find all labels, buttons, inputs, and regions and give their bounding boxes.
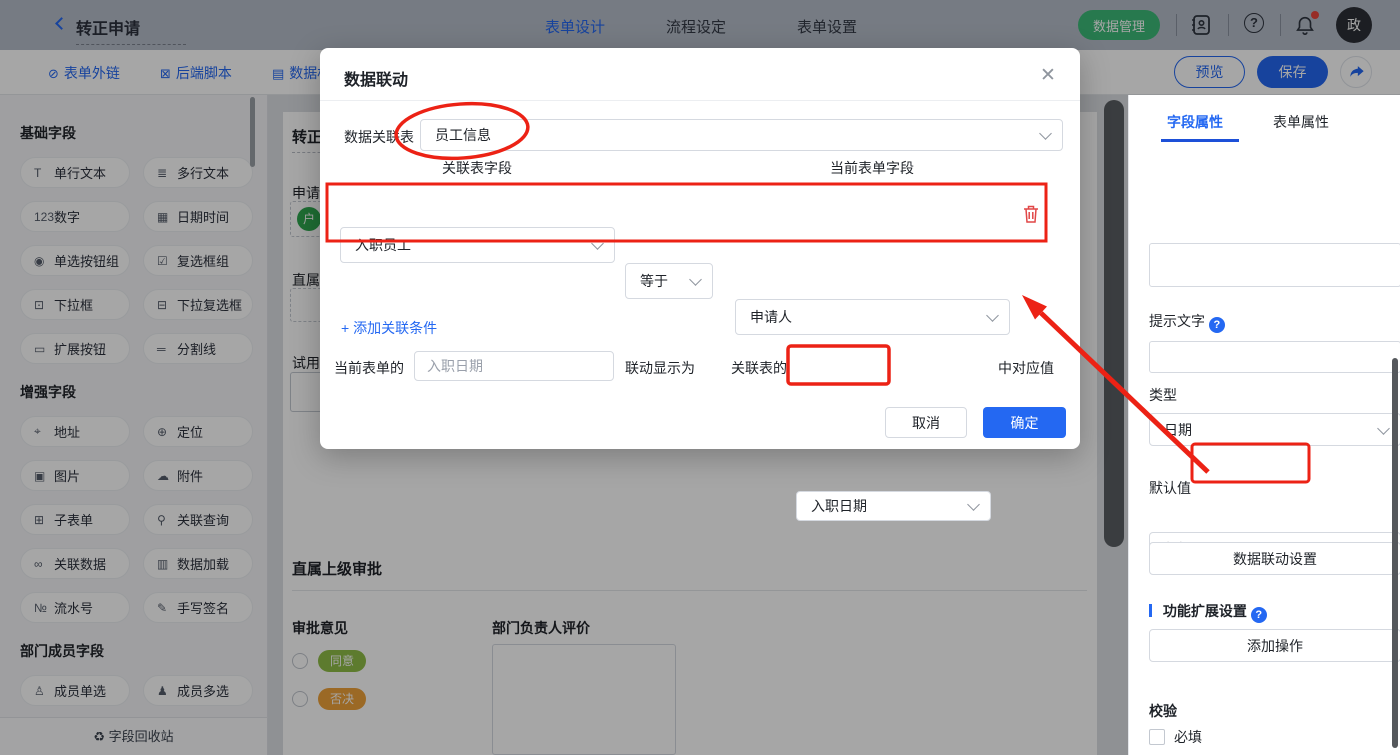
rel-display-field-value: 入职日期 bbox=[811, 498, 867, 514]
rel-field-select[interactable]: 入职员工 bbox=[340, 227, 615, 263]
column-header-rel-field: 关联表字段 bbox=[442, 160, 512, 176]
type-value: 日期 bbox=[1164, 421, 1192, 438]
tab-field-properties[interactable]: 字段属性 bbox=[1167, 112, 1223, 132]
data-linkage-modal: 数据联动 ✕ 数据关联表 员工信息 关联表字段 当前表单字段 入职员工 等于 申… bbox=[320, 48, 1080, 521]
ext-help-icon[interactable]: ? bbox=[1250, 607, 1267, 623]
operator-value: 等于 bbox=[640, 273, 668, 289]
cur-field-select[interactable]: 申请人 bbox=[735, 299, 1010, 335]
type-label: 类型 bbox=[1149, 387, 1177, 403]
operator-select[interactable]: 等于 bbox=[625, 263, 713, 299]
required-checkbox[interactable] bbox=[1149, 729, 1165, 745]
confirm-button[interactable]: 确定 bbox=[983, 407, 1066, 438]
default-value-label: 默认值 bbox=[1149, 480, 1191, 496]
ext-settings-section: 功能扩展设置 ? bbox=[1149, 601, 1267, 623]
tab-form-properties[interactable]: 表单属性 bbox=[1273, 112, 1329, 132]
hint-help-icon[interactable]: ? bbox=[1208, 317, 1225, 333]
current-field-input[interactable]: 入职日期 bbox=[414, 351, 614, 381]
delete-condition-icon[interactable] bbox=[1022, 204, 1040, 224]
current-field-value: 入职日期 bbox=[427, 358, 483, 374]
properties-panel: 字段属性 表单属性 提示文字 ? 类型 日期 默认值 数据联动 数据联动设置 功… bbox=[1128, 95, 1400, 755]
rel-field-value: 入职员工 bbox=[355, 237, 411, 253]
modal-title: 数据联动 bbox=[344, 72, 409, 89]
required-checkbox-row: 必填 bbox=[1149, 727, 1202, 747]
link-table-label: 数据关联表 bbox=[344, 129, 414, 145]
section-accent-bar bbox=[1149, 604, 1152, 617]
type-select[interactable]: 日期 bbox=[1149, 413, 1400, 446]
modal-header-divider bbox=[320, 100, 1080, 101]
rel-table-label: 关联表的 bbox=[731, 360, 787, 376]
active-tab-underline bbox=[1161, 139, 1239, 142]
field-name-box[interactable] bbox=[1149, 243, 1400, 287]
column-header-cur-field: 当前表单字段 bbox=[830, 160, 914, 176]
hint-text-label: 提示文字 ? bbox=[1149, 311, 1225, 333]
linkage-display-label: 联动显示为 bbox=[625, 360, 695, 376]
modal-close-icon[interactable]: ✕ bbox=[1036, 64, 1060, 88]
panel-scrollbar[interactable] bbox=[1392, 358, 1398, 748]
validate-label: 校验 bbox=[1149, 703, 1177, 719]
link-table-value: 员工信息 bbox=[435, 127, 491, 143]
required-label: 必填 bbox=[1174, 729, 1202, 745]
link-table-select[interactable]: 员工信息 bbox=[420, 119, 1063, 151]
add-condition-link[interactable]: + 添加关联条件 bbox=[341, 318, 437, 338]
cur-field-value: 申请人 bbox=[750, 309, 792, 325]
bottom-prefix-label: 当前表单的 bbox=[334, 360, 404, 376]
hint-text-input[interactable] bbox=[1149, 341, 1400, 373]
form-designer-app: 转正申请 表单设计 流程设定 表单设置 数据管理 ? 政 ⊘ 表单外链 ⊠ 后端脚本… bbox=[0, 0, 1400, 755]
rel-display-field-select[interactable]: 入职日期 bbox=[796, 491, 991, 521]
plus-icon: + bbox=[341, 320, 350, 336]
suffix-label: 中对应值 bbox=[998, 360, 1054, 376]
add-action-button[interactable]: 添加操作 bbox=[1149, 629, 1400, 662]
data-linkage-settings-button[interactable]: 数据联动设置 bbox=[1149, 542, 1400, 575]
cancel-button[interactable]: 取消 bbox=[885, 407, 967, 438]
